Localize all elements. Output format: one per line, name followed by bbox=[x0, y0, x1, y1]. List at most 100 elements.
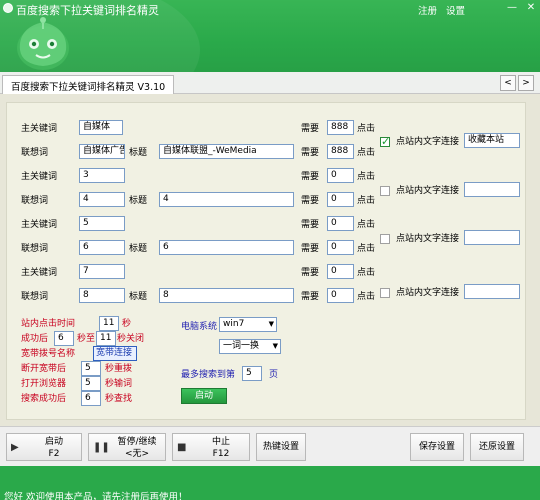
click-label: 点击 bbox=[357, 172, 376, 182]
need-label: 需要 bbox=[301, 148, 320, 158]
play-icon: ▶ bbox=[11, 442, 19, 453]
need-assoc-input-1[interactable]: 888 bbox=[327, 144, 354, 159]
click-label: 点击 bbox=[357, 124, 376, 134]
broadband-label: 宽带拨号名称 bbox=[21, 349, 76, 359]
site-link-label-4: 点站内文字连接 bbox=[396, 288, 460, 298]
browser-unit: 秒输词 bbox=[105, 379, 133, 389]
click-label: 点击 bbox=[357, 148, 376, 158]
os-select[interactable]: win7 ▼ bbox=[219, 317, 277, 332]
click-label: 点击 bbox=[357, 268, 376, 278]
search-success-input[interactable]: 6 bbox=[81, 391, 101, 406]
disconnect-unit: 秒重拨 bbox=[105, 364, 133, 374]
assoc-input-1[interactable]: 自媒体广告 bbox=[79, 144, 125, 159]
hotkey-settings-button[interactable]: 热键设置 bbox=[256, 433, 306, 461]
status-bar: 您好 欢迎使用本产品，请先注册后再使用！ bbox=[0, 466, 540, 500]
chevron-down-icon: ▼ bbox=[272, 342, 278, 350]
register-link[interactable]: 注册 bbox=[418, 3, 437, 17]
click-time-label: 站内点击时间 bbox=[21, 319, 76, 329]
click-label: 点击 bbox=[357, 220, 376, 230]
mode-select[interactable]: 一词一换 ▼ bbox=[219, 339, 281, 354]
site-link-input-2[interactable] bbox=[464, 182, 520, 197]
browser-label: 打开浏览器 bbox=[21, 379, 67, 389]
need-label: 需要 bbox=[301, 124, 320, 134]
tab-main[interactable]: 百度搜索下拉关键词排名精灵 V3.10 bbox=[2, 75, 175, 94]
site-link-label-1: 点站内文字连接 bbox=[396, 137, 460, 147]
site-link-input-4[interactable] bbox=[464, 284, 520, 299]
main-keyword-label: 主关键词 bbox=[21, 268, 58, 278]
need-label: 需要 bbox=[301, 172, 320, 182]
settings-link[interactable]: 设置 bbox=[446, 3, 465, 17]
robot-logo-icon bbox=[17, 17, 69, 70]
main-keyword-input-4[interactable]: 7 bbox=[79, 264, 125, 279]
title-input-2[interactable]: 4 bbox=[159, 192, 294, 207]
mode-select-value: 一词一换 bbox=[223, 341, 260, 351]
main-keyword-label: 主关键词 bbox=[21, 220, 58, 230]
main-keyword-label: 主关键词 bbox=[21, 124, 58, 134]
pause-button[interactable]: ❚❚ 暂停/继续 <无> bbox=[88, 433, 166, 461]
success-from-input[interactable]: 6 bbox=[54, 331, 74, 346]
need-assoc-input-4[interactable]: 0 bbox=[327, 288, 354, 303]
broadband-connect-button[interactable]: 宽带连接 bbox=[93, 346, 137, 361]
disconnect-input[interactable]: 5 bbox=[81, 361, 101, 376]
assoc-input-3[interactable]: 6 bbox=[79, 240, 125, 255]
assoc-label: 联想词 bbox=[21, 196, 49, 206]
click-time-input[interactable]: 11 bbox=[99, 316, 119, 331]
click-label: 点击 bbox=[357, 244, 376, 254]
start-button[interactable]: ▶ 启动 F2 bbox=[6, 433, 82, 461]
start-small-button[interactable]: 启动 bbox=[181, 388, 227, 404]
need-main-input-1[interactable]: 888 bbox=[327, 120, 354, 135]
os-label: 电脑系统 bbox=[181, 322, 218, 332]
main-keyword-input-3[interactable]: 5 bbox=[79, 216, 125, 231]
site-link-input-3[interactable] bbox=[464, 230, 520, 245]
site-link-checkbox-1[interactable] bbox=[380, 135, 390, 148]
site-link-checkbox-4[interactable] bbox=[380, 288, 390, 298]
click-label: 点击 bbox=[357, 196, 376, 206]
title-input-1[interactable]: 自媒体联盟_-WeMedia bbox=[159, 144, 294, 159]
pause-button-key: <无> bbox=[124, 449, 150, 459]
restore-settings-button[interactable]: 还原设置 bbox=[470, 433, 524, 461]
need-main-input-4[interactable]: 0 bbox=[327, 264, 354, 279]
max-search-input[interactable]: 5 bbox=[242, 366, 262, 381]
need-assoc-input-2[interactable]: 0 bbox=[327, 192, 354, 207]
tab-next-button[interactable]: > bbox=[518, 75, 534, 91]
assoc-label: 联想词 bbox=[21, 244, 49, 254]
need-main-input-2[interactable]: 0 bbox=[327, 168, 354, 183]
tab-prev-button[interactable]: < bbox=[500, 75, 516, 91]
success-to-input[interactable]: 11 bbox=[96, 331, 116, 346]
main-keyword-input-2[interactable]: 3 bbox=[79, 168, 125, 183]
search-success-label: 搜索成功后 bbox=[21, 394, 67, 404]
stop-button-label: 中止 bbox=[211, 437, 230, 447]
pause-icon: ❚❚ bbox=[93, 442, 110, 453]
stop-button[interactable]: ■ 中止 F12 bbox=[172, 433, 250, 461]
disconnect-label: 断开宽带后 bbox=[21, 364, 67, 374]
need-main-input-3[interactable]: 0 bbox=[327, 216, 354, 231]
browser-input[interactable]: 5 bbox=[81, 376, 101, 391]
site-link-checkbox-2[interactable] bbox=[380, 186, 390, 196]
minimize-icon[interactable]: — bbox=[505, 0, 519, 16]
close-icon[interactable]: ✕ bbox=[524, 0, 538, 16]
assoc-input-4[interactable]: 8 bbox=[79, 288, 125, 303]
status-message: 您好 欢迎使用本产品，请先注册后再使用！ bbox=[4, 492, 188, 500]
site-link-checkbox-3[interactable] bbox=[380, 234, 390, 244]
title-label: 标题 bbox=[129, 292, 148, 302]
assoc-label: 联想词 bbox=[21, 292, 49, 302]
start-button-key: F2 bbox=[48, 449, 60, 459]
site-link-input-1[interactable]: 收藏本站 bbox=[464, 133, 520, 148]
main-keyword-input-1[interactable]: 自媒体 bbox=[79, 120, 123, 135]
title-label: 标题 bbox=[129, 196, 148, 206]
need-label: 需要 bbox=[301, 220, 320, 230]
max-search-unit: 页 bbox=[269, 370, 279, 380]
save-settings-button[interactable]: 保存设置 bbox=[410, 433, 464, 461]
need-assoc-input-3[interactable]: 0 bbox=[327, 240, 354, 255]
assoc-input-2[interactable]: 4 bbox=[79, 192, 125, 207]
settings-panel: 主关键词 自媒体 需要 888 点击 联想词 自媒体广告 标题 自媒体联盟_-W… bbox=[6, 102, 526, 420]
title-input-3[interactable]: 6 bbox=[159, 240, 294, 255]
need-label: 需要 bbox=[301, 244, 320, 254]
title-input-4[interactable]: 8 bbox=[159, 288, 294, 303]
tab-bar: 百度搜索下拉关键词排名精灵 V3.10 < > bbox=[0, 72, 540, 94]
stop-icon: ■ bbox=[177, 442, 187, 453]
click-label: 点击 bbox=[357, 292, 376, 302]
search-success-unit: 秒查找 bbox=[105, 394, 133, 404]
click-time-unit: 秒 bbox=[122, 319, 132, 329]
os-select-value: win7 bbox=[223, 319, 245, 329]
